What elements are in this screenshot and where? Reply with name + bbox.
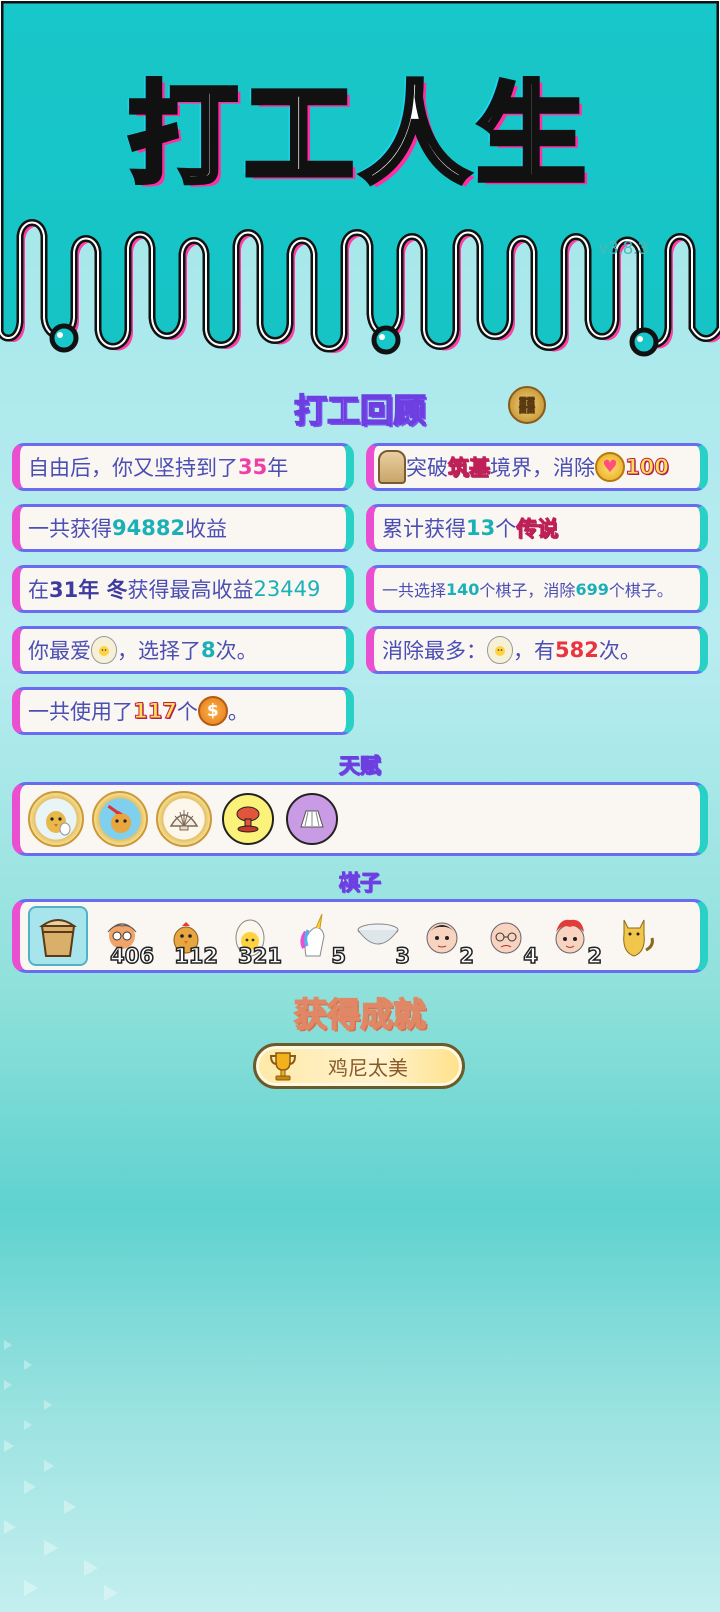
piece-count: 2 [587, 943, 603, 969]
heart-coin-icon: ♥ [595, 452, 625, 482]
recap-title: 打工回顾 [293, 390, 427, 431]
piece-count: 406 [109, 943, 154, 969]
decorative-triangles [4, 1340, 118, 1601]
mushroom-cloud-talent-icon[interactable] [222, 793, 274, 845]
talents-panel [12, 782, 708, 856]
trophy-icon [264, 1047, 302, 1085]
skirt-talent-icon[interactable] [286, 793, 338, 845]
stat-card-best-income: 在 31年 冬 获得最高收益 23449 [12, 565, 354, 613]
pieces-title: 棋子 [339, 871, 382, 896]
achievements-title: 获得成就 [293, 994, 427, 1035]
chick-piece-icon[interactable]: 112 [158, 908, 219, 969]
pieces-panel: 406 112 321 5 3 2 4 2 [12, 899, 708, 973]
stat-card-pieces: 一共选择 140 个棋子，消除 699 个棋子。 [366, 565, 708, 613]
stat-card-most-eliminated: 消除最多： ，有 582 次。 [366, 626, 708, 674]
grandpa-piece-icon[interactable]: 406 [94, 908, 155, 969]
bowl-piece-icon[interactable]: 3 [350, 908, 411, 969]
chick-talent-icon[interactable] [28, 791, 84, 847]
coin-badge-icon[interactable]: 䨻 [508, 386, 546, 424]
stat-card-total-income: 一共获得 94882 收益 [12, 504, 354, 552]
unicorn-piece-icon[interactable]: 5 [286, 908, 347, 969]
egg-icon [91, 636, 117, 664]
chick-injection-talent-icon[interactable] [92, 791, 148, 847]
bucket-piece-icon[interactable] [28, 906, 88, 966]
piece-count: 321 [237, 943, 282, 969]
piece-count: 4 [523, 943, 539, 969]
piece-count: 112 [173, 943, 218, 969]
old-man-face-piece-icon[interactable]: 4 [478, 908, 539, 969]
egg-piece-icon[interactable]: 321 [222, 908, 283, 969]
piece-count: 2 [459, 943, 475, 969]
achievement-label: 鸡尼太美 [328, 1055, 408, 1080]
hero-banner: 打工人生 v3.8.3 [0, 0, 720, 380]
stat-card-coins-used: 一共使用了 117 个 $ 。 [12, 687, 354, 735]
stat-card-breakthrough: 突破 筑基 境界，消除 ♥ 100 [366, 443, 708, 491]
stat-card-years: 自由后，你又坚持到了 35 年 [12, 443, 354, 491]
talents-title: 天赋 [339, 754, 382, 779]
bucket-icon [378, 450, 406, 484]
stat-card-legendary: 累计获得 13 个传说 [366, 504, 708, 552]
achievement-badge[interactable]: 鸡尼太美 [253, 1043, 465, 1089]
app-title: 打工人生 [126, 69, 592, 202]
coin-icon: $ [197, 696, 228, 726]
version-label: v3.8.3 [598, 238, 648, 258]
piece-count: 5 [331, 943, 347, 969]
egg-icon [487, 636, 513, 664]
piece-count: 3 [395, 943, 411, 969]
man-face-piece-icon[interactable]: 2 [414, 908, 475, 969]
stat-card-favorite: 你最爱 ，选择了 8 次。 [12, 626, 354, 674]
cat-piece-icon[interactable] [606, 908, 662, 964]
shell-talent-icon[interactable] [156, 791, 212, 847]
red-hair-face-piece-icon[interactable]: 2 [542, 908, 603, 969]
